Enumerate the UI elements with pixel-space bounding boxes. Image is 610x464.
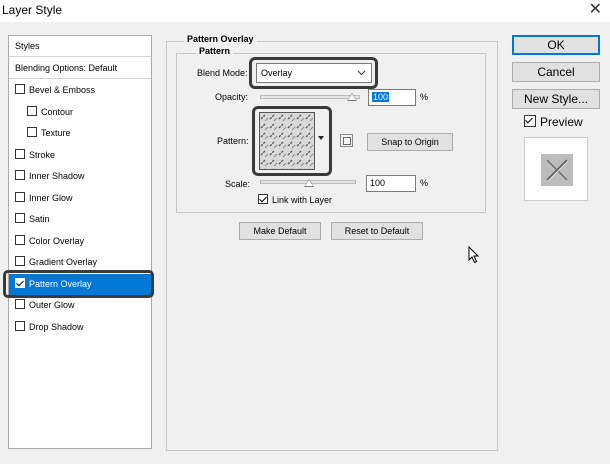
checkbox-icon[interactable] (524, 115, 536, 127)
style-item-satin[interactable]: Satin (9, 209, 151, 230)
subgroup-title: Pattern (196, 46, 234, 56)
style-item-label: Satin (29, 214, 50, 224)
mouse-pointer-icon (468, 245, 480, 266)
blending-options-label: Blending Options: Default (15, 63, 118, 73)
checkbox-icon[interactable] (15, 299, 25, 309)
style-item-texture[interactable]: Texture (9, 123, 151, 144)
style-item-label: Bevel & Emboss (29, 85, 96, 95)
checkbox-icon[interactable] (15, 170, 25, 180)
style-item-label: Contour (41, 106, 74, 117)
scale-value: 100 (370, 178, 386, 188)
style-item-label: Inner Shadow (29, 171, 85, 181)
styles-header-label: Styles (15, 41, 40, 51)
preview-swatch (541, 154, 573, 186)
style-item-label: Gradient Overlay (29, 257, 98, 267)
new-style-button[interactable]: New Style... (512, 89, 600, 109)
blend-mode-highlight-ring (249, 57, 378, 89)
style-item-label: Color Overlay (29, 235, 85, 246)
opacity-slider-handle[interactable] (347, 93, 357, 101)
style-item-contour[interactable]: Contour (9, 102, 151, 123)
snap-to-origin-button[interactable]: Snap to Origin (367, 133, 453, 151)
checkbox-icon[interactable] (15, 256, 25, 266)
opacity-label: Opacity: (215, 92, 249, 102)
style-item-bevel-emboss[interactable]: Bevel & Emboss (9, 80, 151, 101)
link-with-layer-checkbox[interactable]: Link with Layer (258, 194, 332, 205)
preview-label: Preview (540, 115, 583, 129)
opacity-slider[interactable] (260, 95, 360, 99)
styles-header[interactable]: Styles (9, 36, 151, 57)
checkbox-icon[interactable] (27, 127, 37, 137)
checkbox-icon[interactable] (15, 148, 25, 159)
opacity-input[interactable]: 100 (368, 89, 416, 106)
window-title: Layer Style (2, 3, 63, 17)
preview-thumbnail (524, 137, 588, 201)
link-with-layer-label: Link with Layer (272, 195, 333, 205)
style-item-drop-shadow[interactable]: Drop Shadow (9, 317, 151, 338)
close-icon[interactable]: ✕ (589, 1, 602, 19)
style-item-label: Inner Glow (29, 192, 73, 203)
checkbox-icon[interactable] (258, 194, 268, 204)
style-item-inner-glow[interactable]: Inner Glow (9, 188, 151, 209)
pattern-highlight-ring (252, 106, 332, 176)
style-item-stroke[interactable]: Stroke (9, 145, 151, 166)
checkbox-icon[interactable] (15, 234, 25, 245)
style-item-label: Outer Glow (29, 300, 75, 310)
section-title: Pattern Overlay (184, 34, 257, 44)
checkbox-icon[interactable] (15, 84, 25, 94)
style-item-outer-glow[interactable]: Outer Glow (9, 295, 151, 316)
checkbox-icon[interactable] (27, 105, 37, 116)
style-item-label: Stroke (29, 149, 56, 160)
new-preset-icon[interactable] (340, 134, 353, 147)
style-item-label: Drop Shadow (29, 321, 84, 332)
opacity-value: 100 (372, 92, 390, 102)
scale-input[interactable]: 100 (366, 175, 416, 192)
blend-mode-label: Blend Mode: (197, 68, 248, 78)
checkbox-icon[interactable] (15, 320, 25, 331)
title-bar: Layer Style ✕ (0, 0, 610, 22)
blending-options[interactable]: Blending Options: Default (9, 58, 151, 79)
style-item-color-overlay[interactable]: Color Overlay (9, 231, 151, 252)
scale-unit: % (420, 178, 429, 188)
checkbox-icon[interactable] (15, 191, 25, 202)
ok-button[interactable]: OK (512, 35, 600, 55)
scale-label: Scale: (225, 179, 251, 189)
checkbox-icon[interactable] (15, 213, 25, 223)
reset-to-default-button[interactable]: Reset to Default (331, 222, 423, 240)
pattern-label: Pattern: (217, 136, 249, 146)
styles-list: Styles Blending Options: Default Bevel &… (8, 35, 152, 449)
style-item-label: Texture (41, 128, 71, 138)
make-default-button[interactable]: Make Default (239, 222, 321, 240)
selection-highlight-ring (3, 270, 154, 298)
preview-checkbox[interactable]: Preview (524, 115, 583, 129)
opacity-unit: % (420, 92, 429, 102)
cancel-button[interactable]: Cancel (512, 62, 600, 82)
style-item-inner-shadow[interactable]: Inner Shadow (9, 166, 151, 187)
scale-slider-handle[interactable] (304, 179, 315, 187)
